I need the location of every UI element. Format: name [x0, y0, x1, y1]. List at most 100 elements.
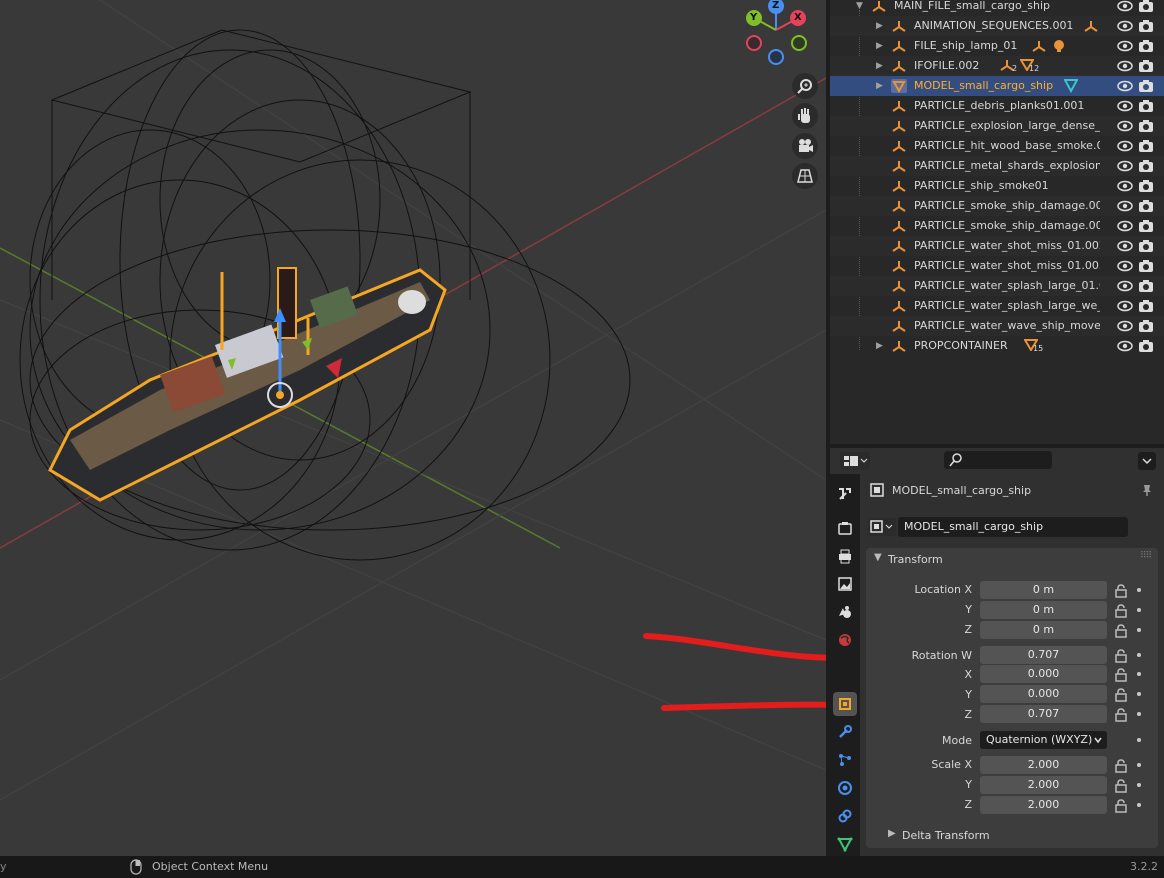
keyframe-dot[interactable] [1137, 692, 1141, 696]
eye-icon[interactable] [1117, 319, 1133, 333]
outliner-row-particle[interactable]: PARTICLE_water_shot_miss_01.003 [830, 256, 1164, 276]
keyframe-dot[interactable] [1137, 763, 1141, 767]
outliner-row-ifofile[interactable]: ▶ IFOFILE.002 2 12 [830, 56, 1164, 76]
tab-scene[interactable] [833, 600, 857, 624]
expand-chevron-icon[interactable]: ▶ [876, 40, 886, 52]
render-camera-icon[interactable] [1138, 299, 1154, 313]
eye-icon[interactable] [1117, 339, 1133, 353]
eye-icon[interactable] [1117, 219, 1133, 233]
eye-icon[interactable] [1117, 19, 1133, 33]
render-camera-icon[interactable] [1138, 319, 1154, 333]
keyframe-dot[interactable] [1137, 608, 1141, 612]
lock-icon[interactable] [1114, 624, 1128, 638]
camera-view-button[interactable] [792, 133, 818, 159]
outliner-row-particle[interactable]: PARTICLE_water_splash_large_01.00 [830, 276, 1164, 296]
keyframe-dot[interactable] [1137, 738, 1141, 742]
drag-handle-icon[interactable]: ⠿⠿ [1140, 551, 1152, 561]
scale-z-field[interactable]: 2.000 [980, 796, 1107, 814]
tab-render[interactable] [833, 516, 857, 540]
render-camera-icon[interactable] [1138, 219, 1154, 233]
tab-world[interactable] [833, 628, 857, 652]
render-camera-icon[interactable] [1138, 19, 1154, 33]
keyframe-dot[interactable] [1137, 672, 1141, 676]
eye-icon[interactable] [1117, 279, 1133, 293]
render-camera-icon[interactable] [1138, 139, 1154, 153]
rotation-mode-dropdown[interactable]: Quaternion (WXYZ) [980, 731, 1107, 749]
lock-icon[interactable] [1114, 584, 1128, 598]
zoom-tool-button[interactable] [792, 73, 818, 99]
render-camera-icon[interactable] [1138, 279, 1154, 293]
navigation-gizmo[interactable]: Z X Y [742, 0, 812, 66]
tab-particles[interactable] [833, 748, 857, 772]
eye-icon[interactable] [1117, 179, 1133, 193]
lock-icon[interactable] [1114, 779, 1128, 793]
rotation-w-field[interactable]: 0.707 [980, 646, 1107, 664]
keyframe-dot[interactable] [1137, 803, 1141, 807]
delta-transform-subpanel[interactable]: ▶ Delta Transform [880, 826, 1150, 846]
expand-chevron-icon[interactable]: ▶ [876, 80, 886, 92]
lock-icon[interactable] [1114, 668, 1128, 682]
outliner-row-particle[interactable]: PARTICLE_explosion_large_dense_03 [830, 116, 1164, 136]
keyframe-dot[interactable] [1137, 588, 1141, 592]
lock-icon[interactable] [1114, 708, 1128, 722]
perspective-toggle-button[interactable] [792, 163, 818, 189]
render-camera-icon[interactable] [1138, 99, 1154, 113]
outliner-row-particle[interactable]: PARTICLE_water_splash_large_we_0 [830, 296, 1164, 316]
properties-search-input[interactable] [944, 451, 1052, 469]
rotation-z-field[interactable]: 0.707 [980, 705, 1107, 723]
lock-icon[interactable] [1114, 688, 1128, 702]
keyframe-dot[interactable] [1137, 628, 1141, 632]
outliner-row-particle[interactable]: PARTICLE_smoke_ship_damage.002 [830, 216, 1164, 236]
eye-icon[interactable] [1117, 159, 1133, 173]
outliner-row-file-ship-lamp[interactable]: ▶ FILE_ship_lamp_01 [830, 36, 1164, 56]
tab-object[interactable] [833, 692, 857, 716]
pan-tool-button[interactable] [792, 103, 818, 129]
outliner-row-particle[interactable]: PARTICLE_metal_shards_explosion_s [830, 156, 1164, 176]
eye-icon[interactable] [1117, 239, 1133, 253]
render-camera-icon[interactable] [1138, 199, 1154, 213]
eye-icon[interactable] [1117, 299, 1133, 313]
scale-x-field[interactable]: 2.000 [980, 756, 1107, 774]
outliner-row-propcontainer[interactable]: ▶ PROPCONTAINER 15 [830, 336, 1164, 356]
rotation-y-field[interactable]: 0.000 [980, 685, 1107, 703]
eye-icon[interactable] [1117, 59, 1133, 73]
location-x-field[interactable]: 0 m [980, 581, 1107, 599]
tab-output[interactable] [833, 544, 857, 568]
lock-icon[interactable] [1114, 649, 1128, 663]
collapse-chevron-icon[interactable]: ▼ [856, 0, 866, 12]
tab-tool[interactable] [833, 482, 857, 506]
lock-icon[interactable] [1114, 759, 1128, 773]
render-camera-icon[interactable] [1138, 59, 1154, 73]
render-camera-icon[interactable] [1138, 39, 1154, 53]
eye-icon[interactable] [1117, 0, 1133, 13]
expand-chevron-icon[interactable]: ▶ [876, 60, 886, 72]
eye-icon[interactable] [1117, 259, 1133, 273]
scale-y-field[interactable]: 2.000 [980, 776, 1107, 794]
outliner-row-particle[interactable]: PARTICLE_hit_wood_base_smoke.00 [830, 136, 1164, 156]
outliner-row-particle[interactable]: PARTICLE_water_shot_miss_01.002 [830, 236, 1164, 256]
location-z-field[interactable]: 0 m [980, 621, 1107, 639]
3d-viewport[interactable]: Z X Y [0, 0, 826, 856]
location-y-field[interactable]: 0 m [980, 601, 1107, 619]
outliner-row-particle[interactable]: PARTICLE_ship_smoke01 [830, 176, 1164, 196]
eye-icon[interactable] [1117, 199, 1133, 213]
eye-icon[interactable] [1117, 39, 1133, 53]
outliner-row-particle[interactable]: PARTICLE_water_wave_ship_move_0 [830, 316, 1164, 336]
eye-icon[interactable] [1117, 79, 1133, 93]
outliner-row-animation-sequences[interactable]: ▶ ANIMATION_SEQUENCES.001 [830, 16, 1164, 36]
render-camera-icon[interactable] [1138, 179, 1154, 193]
editor-type-dropdown[interactable] [840, 452, 870, 470]
outliner-row-main-file[interactable]: ▼ MAIN_FILE_small_cargo_ship [830, 0, 1164, 16]
pin-icon[interactable] [1140, 483, 1154, 497]
render-camera-icon[interactable] [1138, 119, 1154, 133]
lock-icon[interactable] [1114, 604, 1128, 618]
tab-physics[interactable] [833, 776, 857, 800]
keyframe-dot[interactable] [1137, 712, 1141, 716]
tab-constraints[interactable] [833, 804, 857, 828]
render-camera-icon[interactable] [1138, 339, 1154, 353]
render-camera-icon[interactable] [1138, 239, 1154, 253]
keyframe-dot[interactable] [1137, 783, 1141, 787]
render-camera-icon[interactable] [1138, 159, 1154, 173]
header-options-button[interactable] [1138, 452, 1156, 470]
lock-icon[interactable] [1114, 799, 1128, 813]
